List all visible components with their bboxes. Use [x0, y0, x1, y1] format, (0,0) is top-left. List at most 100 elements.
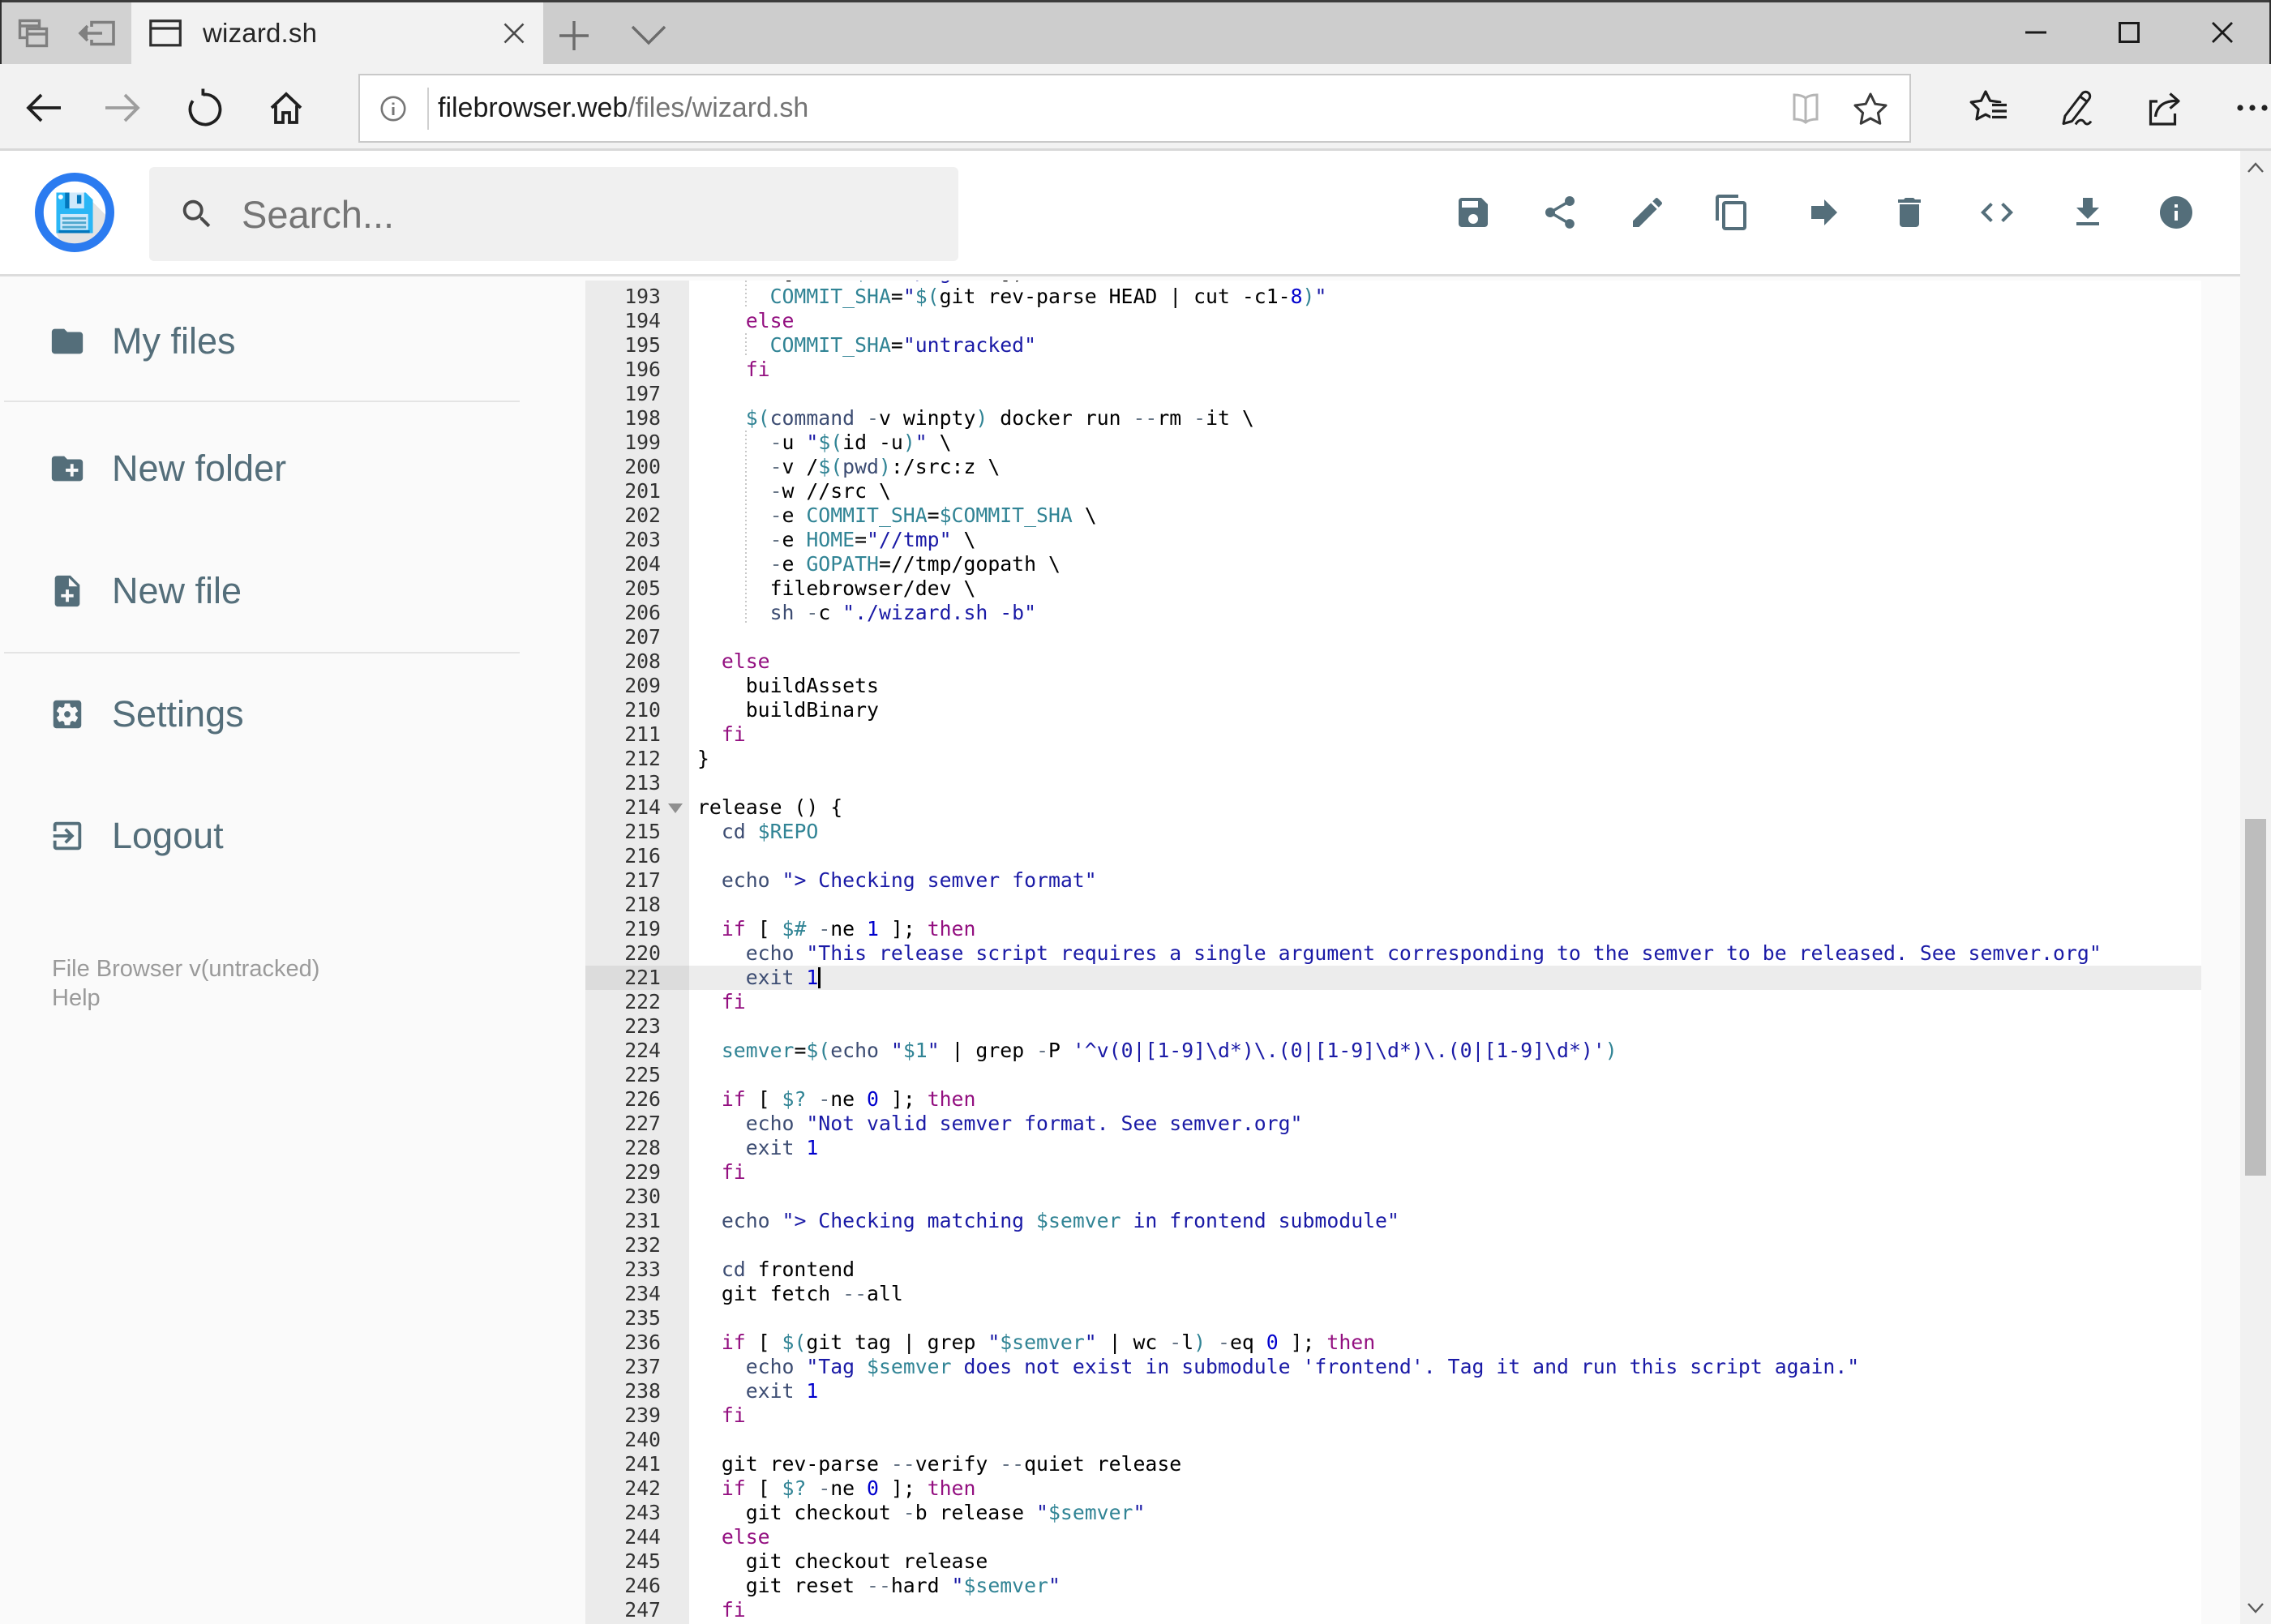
code-line[interactable]: $(command -v winpty) docker run --rm -it…: [585, 406, 2201, 431]
move-button[interactable]: [1805, 193, 1844, 232]
code-line[interactable]: echo "> Checking semver format": [585, 868, 2201, 893]
window-minimize-button[interactable]: [1999, 0, 2073, 64]
rename-button[interactable]: [1628, 193, 1667, 232]
code-line[interactable]: -w //src \: [585, 479, 2201, 503]
fold-widget-icon[interactable]: [668, 803, 683, 813]
code-line[interactable]: exit 1: [585, 1136, 2201, 1160]
code-line[interactable]: [585, 844, 2201, 868]
code-line[interactable]: [585, 1063, 2201, 1087]
code-line[interactable]: exit 1: [585, 1379, 2201, 1403]
code-line[interactable]: if [ $? -ne 0 ]; then: [585, 1476, 2201, 1501]
home-button[interactable]: [254, 64, 319, 151]
code-line[interactable]: buildBinary: [585, 698, 2201, 722]
sidebar-item-new-folder[interactable]: New folder: [0, 419, 523, 518]
code-line[interactable]: git reset --hard "$semver": [585, 1574, 2201, 1598]
scrollbar-thumb[interactable]: [2245, 819, 2266, 1176]
code-line[interactable]: -v /$(pwd):/src:z \: [585, 455, 2201, 479]
code-line[interactable]: fi: [585, 358, 2201, 382]
code-line[interactable]: echo "> Checking matching $semver in fro…: [585, 1209, 2201, 1233]
code-editor[interactable]: if [ -d "$REPO/.git" ]; then COMMIT_SHA=…: [585, 281, 2201, 1624]
code-line[interactable]: else: [585, 309, 2201, 333]
add-favorite-star-icon[interactable]: [1853, 92, 1888, 126]
code-line[interactable]: echo "This release script requires a sin…: [585, 941, 2201, 966]
code-line[interactable]: fi: [585, 1160, 2201, 1185]
forward-button[interactable]: [90, 64, 155, 151]
code-line[interactable]: }: [585, 747, 2201, 771]
set-tabs-aside-icon[interactable]: [78, 17, 115, 49]
code-line[interactable]: COMMIT_SHA="$(git rev-parse HEAD | cut -…: [585, 285, 2201, 309]
new-tab-icon[interactable]: [558, 19, 590, 52]
copy-button[interactable]: [1712, 193, 1751, 232]
more-menu-icon[interactable]: [2220, 64, 2271, 151]
window-close-button[interactable]: [2185, 0, 2260, 64]
code-line[interactable]: [585, 1428, 2201, 1452]
code-line[interactable]: -e GOPATH=//tmp/gopath \: [585, 552, 2201, 576]
back-button[interactable]: [11, 64, 76, 151]
code-line[interactable]: filebrowser/dev \: [585, 576, 2201, 601]
code-line[interactable]: git fetch --all: [585, 1282, 2201, 1306]
download-button[interactable]: [2068, 193, 2107, 232]
code-line[interactable]: if [ $# -ne 1 ]; then: [585, 917, 2201, 941]
sidebar-item-logout[interactable]: Logout: [0, 786, 523, 885]
code-line[interactable]: if [ $? -ne 0 ]; then: [585, 1087, 2201, 1112]
code-lines[interactable]: if [ -d "$REPO/.git" ]; then COMMIT_SHA=…: [585, 281, 2201, 1622]
favorites-hub-icon[interactable]: [1957, 64, 2022, 151]
ink-notes-icon[interactable]: [2045, 64, 2110, 151]
delete-button[interactable]: [1890, 193, 1929, 232]
code-line[interactable]: fi: [585, 990, 2201, 1014]
code-line[interactable]: [585, 382, 2201, 406]
code-line[interactable]: -e COMMIT_SHA=$COMMIT_SHA \: [585, 503, 2201, 528]
code-line[interactable]: -e HOME="//tmp" \: [585, 528, 2201, 552]
code-line[interactable]: fi: [585, 1403, 2201, 1428]
code-line[interactable]: [585, 1233, 2201, 1258]
code-line[interactable]: git rev-parse --verify --quiet release: [585, 1452, 2201, 1476]
code-line[interactable]: semver=$(echo "$1" | grep -P '^v(0|[1-9]…: [585, 1039, 2201, 1063]
code-line[interactable]: COMMIT_SHA="untracked": [585, 333, 2201, 358]
tab-preview-icon[interactable]: [18, 19, 49, 48]
refresh-button[interactable]: [173, 64, 238, 151]
sidebar-item-settings[interactable]: Settings: [0, 665, 523, 764]
info-button[interactable]: [2157, 193, 2196, 232]
code-line[interactable]: cd frontend: [585, 1258, 2201, 1282]
filebrowser-logo[interactable]: [35, 173, 114, 252]
code-line[interactable]: [585, 771, 2201, 795]
code-line[interactable]: -u "$(id -u)" \: [585, 431, 2201, 455]
code-line[interactable]: git checkout release: [585, 1549, 2201, 1574]
scrollbar-up-arrow[interactable]: [2240, 151, 2271, 183]
code-line[interactable]: [585, 1185, 2201, 1209]
tab-close-icon[interactable]: [503, 22, 525, 45]
share-icon[interactable]: [2132, 64, 2197, 151]
save-button[interactable]: [1454, 193, 1493, 232]
share-file-button[interactable]: [1540, 193, 1579, 232]
code-line[interactable]: release () {: [585, 795, 2201, 820]
code-line[interactable]: echo "Tag $semver does not exist in subm…: [585, 1355, 2201, 1379]
page-scrollbar[interactable]: [2240, 151, 2271, 1624]
site-info-icon[interactable]: [379, 95, 407, 122]
code-line[interactable]: else: [585, 649, 2201, 674]
code-line[interactable]: [585, 1014, 2201, 1039]
code-line[interactable]: git checkout -b release "$semver": [585, 1501, 2201, 1525]
code-line[interactable]: if [ $(git tag | grep "$semver" | wc -l)…: [585, 1330, 2201, 1355]
window-maximize-button[interactable]: [2092, 0, 2166, 64]
code-line[interactable]: fi: [585, 1598, 2201, 1622]
reading-view-icon[interactable]: [1788, 92, 1823, 124]
help-link[interactable]: Help: [52, 985, 319, 1012]
code-line[interactable]: [585, 893, 2201, 917]
sidebar-item-new-file[interactable]: New file: [0, 542, 523, 641]
browser-tab[interactable]: wizard.sh: [131, 2, 543, 64]
sidebar-item-my-files[interactable]: My files: [0, 292, 523, 391]
code-line[interactable]: echo "Not valid semver format. See semve…: [585, 1112, 2201, 1136]
code-line[interactable]: [585, 1306, 2201, 1330]
code-line[interactable]: sh -c "./wizard.sh -b": [585, 601, 2201, 625]
code-line[interactable]: [585, 625, 2201, 649]
raw-code-button[interactable]: [1977, 193, 2016, 232]
code-line[interactable]: fi: [585, 722, 2201, 747]
code-line[interactable]: else: [585, 1525, 2201, 1549]
url-field[interactable]: filebrowser.web/files/wizard.sh: [358, 74, 1911, 143]
code-line[interactable]: cd $REPO: [585, 820, 2201, 844]
search-bar[interactable]: Search...: [149, 167, 958, 261]
code-line[interactable]: buildAssets: [585, 674, 2201, 698]
scrollbar-down-arrow[interactable]: [2240, 1592, 2271, 1624]
code-line[interactable]: exit 1: [585, 966, 2201, 990]
tab-list-chevron-icon[interactable]: [630, 24, 667, 45]
